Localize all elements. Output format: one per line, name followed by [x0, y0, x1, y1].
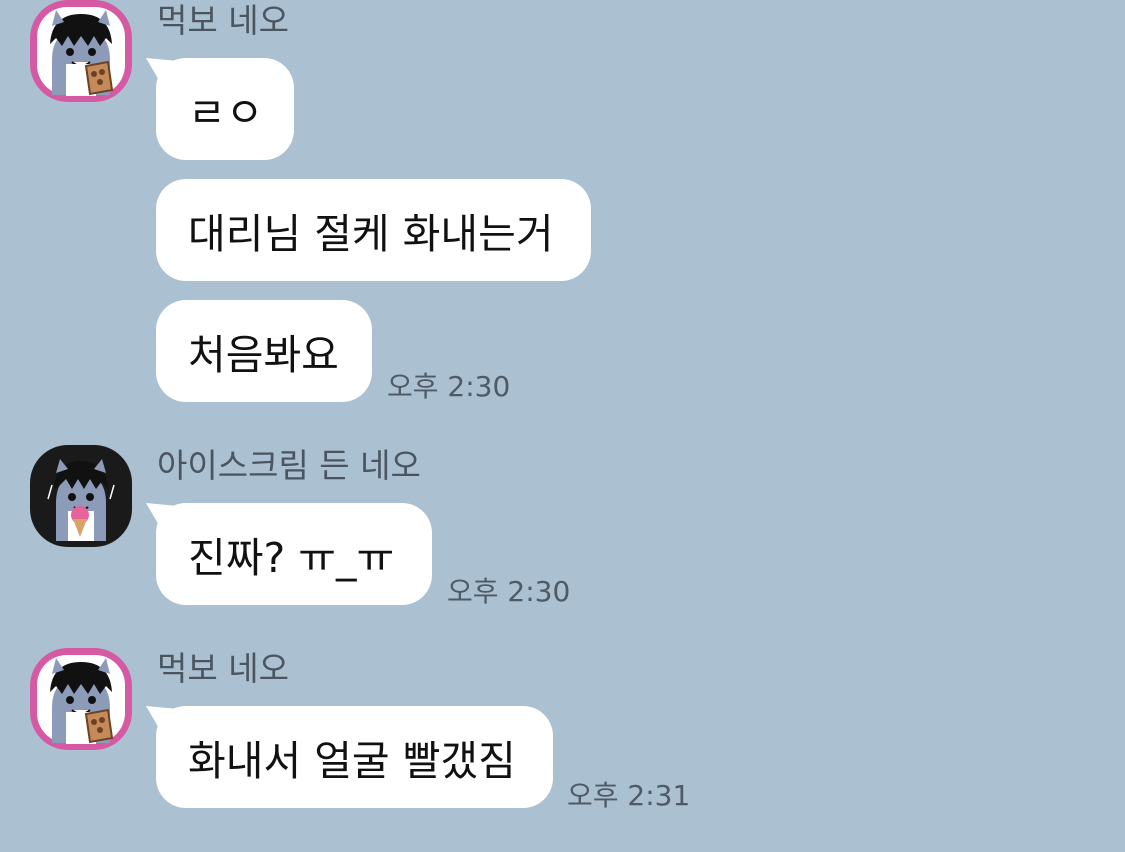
message-bubble[interactable]: 대리님 절케 화내는거: [156, 179, 591, 281]
message-text: 처음봐요: [188, 331, 339, 379]
sender-avatar[interactable]: [30, 445, 132, 547]
message-timestamp: 오후 2:31: [567, 779, 691, 812]
message-text: 대리님 절케 화내는거: [188, 210, 554, 258]
message-timestamp: 오후 2:30: [387, 370, 511, 403]
neo-icecream-avatar-icon: [30, 445, 132, 547]
chat-message-list: 먹보 네오 ㄹㅇ 대리님 절케 화내는거 처음봐요 오후 2:30 아이스크림 …: [0, 0, 1125, 852]
message-text: ㄹㅇ: [188, 89, 264, 137]
message-bubble[interactable]: 화내서 얼굴 빨갰짐: [156, 706, 553, 808]
sender-name: 먹보 네오: [157, 649, 289, 688]
message-bubble[interactable]: 처음봐요: [156, 300, 372, 402]
message-bubble[interactable]: 진짜? ㅠ_ㅠ: [156, 503, 432, 605]
message-text: 진짜? ㅠ_ㅠ: [188, 534, 395, 582]
neo-eating-avatar-icon: [30, 648, 132, 750]
message-timestamp: 오후 2:30: [447, 575, 571, 608]
sender-name: 먹보 네오: [157, 1, 289, 40]
message-bubble[interactable]: ㄹㅇ: [156, 58, 294, 160]
message-text: 화내서 얼굴 빨갰짐: [188, 737, 516, 785]
sender-avatar[interactable]: [30, 648, 132, 750]
sender-avatar[interactable]: [30, 0, 132, 102]
sender-name: 아이스크림 든 네오: [157, 446, 421, 485]
neo-eating-avatar-icon: [30, 0, 132, 102]
